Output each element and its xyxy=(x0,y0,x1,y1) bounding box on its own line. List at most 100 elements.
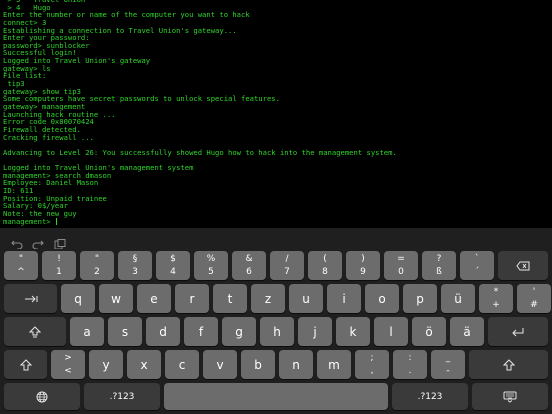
space-bar[interactable] xyxy=(164,383,388,410)
key-0[interactable]: = 0 xyxy=(384,251,418,280)
key-t[interactable]: t xyxy=(213,284,247,313)
redo-icon[interactable] xyxy=(32,234,44,250)
key-angle[interactable]: > < xyxy=(51,350,85,379)
delete-key[interactable] xyxy=(498,251,548,280)
terminal-line: password> sunblocker xyxy=(3,40,90,50)
key-label: 5 xyxy=(208,267,214,277)
key-label: 4 xyxy=(170,267,176,277)
key-.[interactable]: :. xyxy=(393,350,427,379)
key-label: a xyxy=(83,324,91,339)
key-ä[interactable]: ä xyxy=(450,317,484,346)
terminal-line: Note: the new guy xyxy=(3,208,77,218)
key-#[interactable]: ' # xyxy=(517,284,551,313)
key-shift-label: ? xyxy=(436,254,442,264)
terminal-line: Position: Unpaid trainee xyxy=(3,193,107,203)
return-key[interactable] xyxy=(488,317,548,346)
key-9[interactable]: ) 9 xyxy=(346,251,380,280)
paste-icon[interactable] xyxy=(54,234,66,250)
key-shift-label: = xyxy=(397,254,405,264)
key-6[interactable]: & 6 xyxy=(232,251,266,280)
key-g[interactable]: g xyxy=(222,317,256,346)
key-b[interactable]: b xyxy=(241,350,275,379)
key-label: ß xyxy=(436,267,442,277)
key-r[interactable]: r xyxy=(175,284,209,313)
key-5[interactable]: % 5 xyxy=(194,251,228,280)
key-+[interactable]: * + xyxy=(479,284,513,313)
terminal-text: > 3 Travel Union > 4 HugoEnter the numbe… xyxy=(3,0,549,225)
key-k[interactable]: k xyxy=(336,317,370,346)
key-y[interactable]: y xyxy=(89,350,123,379)
numbers-key-right[interactable]: .?123 xyxy=(392,383,468,410)
key-´[interactable]: ` ´ xyxy=(460,251,494,280)
globe-key[interactable] xyxy=(4,383,80,410)
key-a[interactable]: a xyxy=(70,317,104,346)
key-label: t xyxy=(227,291,233,306)
key-z[interactable]: z xyxy=(251,284,285,313)
key-8[interactable]: (8 xyxy=(308,251,342,280)
key-i[interactable]: i xyxy=(327,284,361,313)
key-label: h xyxy=(273,324,281,339)
key-c[interactable]: c xyxy=(165,350,199,379)
key-f[interactable]: f xyxy=(184,317,218,346)
key-shift-label: $ xyxy=(170,254,176,264)
key--[interactable]: _ - xyxy=(431,350,465,379)
key-,[interactable]: ;, xyxy=(355,350,389,379)
key-label: ^ xyxy=(17,267,25,277)
key-label: f xyxy=(198,324,204,339)
key-3[interactable]: § 3 xyxy=(118,251,152,280)
caps-lock-key[interactable] xyxy=(4,317,66,346)
key-e[interactable]: e xyxy=(137,284,171,313)
key-j[interactable]: j xyxy=(298,317,332,346)
key-shift-label: / xyxy=(285,254,289,264)
key-7[interactable]: /7 xyxy=(270,251,304,280)
key-4[interactable]: $4 xyxy=(156,251,190,280)
key-label: r xyxy=(189,291,195,306)
key-u[interactable]: u xyxy=(289,284,323,313)
key-label: i xyxy=(342,291,346,306)
right-shift-key[interactable] xyxy=(469,350,548,379)
terminal-line: Employee: Daniel Mason xyxy=(3,178,99,188)
shortcut-bar xyxy=(0,228,552,250)
return-icon xyxy=(511,327,525,337)
key-s[interactable]: s xyxy=(108,317,142,346)
key-q[interactable]: q xyxy=(61,284,95,313)
key-shift-label: ( xyxy=(323,254,327,264)
terminal-output[interactable]: > 3 Travel Union > 4 HugoEnter the numbe… xyxy=(0,0,552,228)
key-label: 9 xyxy=(360,267,366,277)
tab-key[interactable] xyxy=(4,284,57,313)
key-x[interactable]: x xyxy=(127,350,161,379)
key-h[interactable]: h xyxy=(260,317,294,346)
numbers-key-left[interactable]: .?123 xyxy=(84,383,160,410)
key-1[interactable]: ! 1 xyxy=(42,251,76,280)
terminal-line: File list: xyxy=(3,71,47,81)
shift-icon xyxy=(19,358,32,371)
key-^[interactable]: " ^ xyxy=(4,251,38,280)
key-label: v xyxy=(216,357,224,372)
key-label: .?123 xyxy=(417,391,443,402)
dismiss-keyboard-key[interactable] xyxy=(472,383,548,410)
terminal-line: management> xyxy=(3,216,57,226)
key-ß[interactable]: ? ß xyxy=(422,251,456,280)
key-label: .?123 xyxy=(109,391,135,402)
key-l[interactable]: l xyxy=(374,317,408,346)
key-2[interactable]: " 2 xyxy=(80,251,114,280)
key-label: . xyxy=(408,366,412,376)
key-label: 7 xyxy=(284,267,290,277)
key-label: + xyxy=(492,300,500,310)
left-shift-key[interactable] xyxy=(4,350,47,379)
key-p[interactable]: p xyxy=(403,284,437,313)
key-shift-label: " xyxy=(18,254,24,264)
key-n[interactable]: n xyxy=(279,350,313,379)
terminal-line: Error code 0x80070424 xyxy=(3,117,94,127)
key-w[interactable]: w xyxy=(99,284,133,313)
key-o[interactable]: o xyxy=(365,284,399,313)
key-ü[interactable]: ü xyxy=(441,284,475,313)
undo-icon[interactable] xyxy=(11,234,23,250)
key-label: g xyxy=(235,324,243,339)
delete-icon xyxy=(516,261,530,271)
key-ö[interactable]: ö xyxy=(412,317,446,346)
key-m[interactable]: m xyxy=(317,350,351,379)
key-label: ö xyxy=(425,324,433,339)
key-d[interactable]: d xyxy=(146,317,180,346)
key-v[interactable]: v xyxy=(203,350,237,379)
